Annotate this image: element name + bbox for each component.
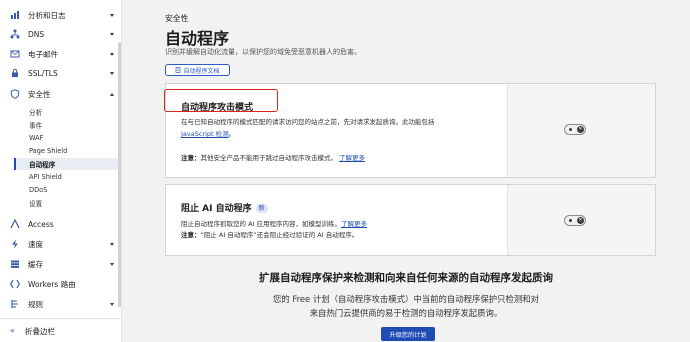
note-label: 注意： [181,231,201,239]
sidebar-item-analytics-logs[interactable]: 分析和日志 [0,6,122,24]
bot-fight-mode-note: 注意：其他安全产品不能用于跳过自动程序攻击模式。 了解更多 [181,152,365,162]
sidebar-subitem-waf[interactable]: WAF [14,132,118,144]
collapse-sidebar-button[interactable]: « 折叠边栏 [0,318,122,342]
bot-fight-mode-description: 在与已知自动程序的模式匹配的请求访问您的站点之前，先对请求发起质询。此功能包括 [181,118,435,126]
bot-fight-mode-toggle[interactable]: ✕ [564,124,586,135]
bot-fight-mode-toggle-pane: ✕ [507,84,655,177]
document-icon [176,67,181,73]
block-ai-bots-toggle[interactable]: ✕ [564,215,586,226]
block-ai-bots-toggle-pane: ✕ [507,185,655,255]
sidebar-subitem-label: 设置 [29,200,43,208]
rules-icon [10,299,20,309]
note-text: 其他安全产品不能用于跳过自动程序攻击模式。 [200,154,338,162]
collapse-sidebar-label: 折叠边栏 [25,327,55,336]
shield-icon [10,89,20,99]
email-icon [10,49,20,59]
sidebar-subitem-analytics[interactable]: 分析 [14,106,118,118]
sidebar-subitem-settings[interactable]: 设置 [14,197,118,209]
sidebar-subitem-label: 自动程序 [29,161,56,169]
sidebar-item-label: SSL/TLS [28,68,58,78]
block-ai-description-text: 阻止自动程序抓取您的 AI 应用程序内容，如模型训练。 [181,220,341,228]
sidebar-subitem-label: Page Shield [29,147,68,155]
chevron-down-icon [110,242,114,246]
block-ai-bots-title: 阻止 AI 自动程序新 [181,201,268,214]
close-icon: ✕ [577,217,584,224]
block-ai-bots-note: 注意：“阻止 AI 自动程序”还会阻止经过验证的 AI 自动程序。 [181,229,358,239]
sidebar-subitem-label: DDoS [29,186,48,194]
sidebar: 分析和日志 DNS 电子邮件 SSL/TLS 安全性 分析 事件 WAF Pag… [0,0,122,342]
bot-fight-mode-description-line2: JavaScript 检测。 [181,128,235,138]
sidebar-subitem-events[interactable]: 事件 [14,119,118,131]
sidebar-item-label: 电子邮件 [28,49,58,59]
note-label: 注意： [181,154,201,162]
note-text: “阻止 AI 自动程序”还会阻止经过验证的 AI 自动程序。 [200,231,359,239]
sidebar-item-label: Workers 路由 [28,279,76,289]
sidebar-item-dns[interactable]: DNS [0,25,122,43]
sidebar-item-security[interactable]: 安全性 [0,85,122,103]
upsell-description-line1: 您的 Free 计划（自动程序攻击模式）中当前的自动程序保护只检测和对 [273,294,539,304]
highlight-box [164,89,278,112]
sidebar-item-speed[interactable]: 速度 [0,235,122,253]
upsell-description-line2: 来自热门云提供商的易于检测的自动程序发起质询。 [309,308,503,318]
chevron-down-icon [110,302,114,306]
sidebar-item-label: Access [28,219,54,229]
breadcrumb: 安全性 [165,14,189,23]
sidebar-subitem-ddos[interactable]: DDoS [14,184,118,196]
new-badge: 新 [255,204,268,213]
sidebar-item-label: 分析和日志 [28,10,66,20]
dns-icon [10,29,20,39]
sidebar-item-label: 安全性 [28,89,51,99]
workers-icon [10,279,20,289]
chevron-down-icon [110,71,114,75]
access-icon [10,219,20,229]
upsell-title: 扩展自动程序保护来检测和向来自任何来源的自动程序发起质询 [259,272,553,284]
page-title: 自动程序 [165,29,230,48]
sidebar-subitem-label: 分析 [29,109,43,117]
sidebar-item-label: 规则 [28,299,43,309]
block-ai-bots-card: ✕ 阻止 AI 自动程序新 阻止自动程序抓取您的 AI 应用程序内容，如模型训练… [165,184,656,256]
sidebar-item-ssl-tls[interactable]: SSL/TLS [0,64,122,82]
sidebar-subitem-label: API Shield [29,173,62,181]
block-ai-bots-description: 阻止自动程序抓取您的 AI 应用程序内容，如模型训练。了解更多 [181,218,367,228]
javascript-detection-link[interactable]: JavaScript 检测 [181,130,229,138]
sidebar-subitem-label: 事件 [29,122,43,130]
sidebar-item-cache[interactable]: 缓存 [0,255,122,273]
chevron-up-icon [110,92,114,96]
learn-more-link[interactable]: 了解更多 [339,154,365,162]
sidebar-item-label: 速度 [28,239,43,249]
block-ai-bots-title-text: 阻止 AI 自动程序 [181,204,252,214]
page-description: 识别并缓解自动化流量，以保护您的域免受恶意机器人的危害。 [165,48,361,56]
learn-more-link[interactable]: 了解更多 [341,220,367,228]
sidebar-item-rules[interactable]: 规则 [0,295,122,313]
sidebar-scrollbar[interactable] [118,42,121,307]
line2-suffix: 。 [228,130,236,138]
close-icon: ✕ [577,126,584,133]
toggle-off-dot [569,219,572,222]
chevron-down-icon [110,52,114,56]
sidebar-subitem-api-shield[interactable]: API Shield [14,171,118,183]
sidebar-item-email[interactable]: 电子邮件 [0,45,122,63]
sidebar-subitem-bots[interactable]: 自动程序 [14,158,118,170]
chevron-down-icon [110,262,114,266]
chevron-down-icon [110,32,114,36]
sidebar-item-access[interactable]: Access [0,215,122,233]
sidebar-subitem-label: WAF [29,134,44,142]
speed-icon [10,239,20,249]
upgrade-plan-button[interactable]: 升级您的计划 [381,327,435,341]
doc-button-label: 自动程序文档 [183,67,220,75]
toggle-off-dot [569,128,572,131]
chart-icon [10,10,20,20]
sidebar-item-label: 缓存 [28,259,43,269]
cache-icon [10,259,20,269]
lock-icon [10,68,20,78]
collapse-icon: « [10,326,15,335]
bots-documentation-button[interactable]: 自动程序文档 [165,64,230,76]
sidebar-item-workers-routes[interactable]: Workers 路由 [0,275,122,293]
sidebar-subitem-page-shield[interactable]: Page Shield [14,145,118,157]
chevron-down-icon [110,13,114,17]
sidebar-item-label: DNS [28,29,45,39]
